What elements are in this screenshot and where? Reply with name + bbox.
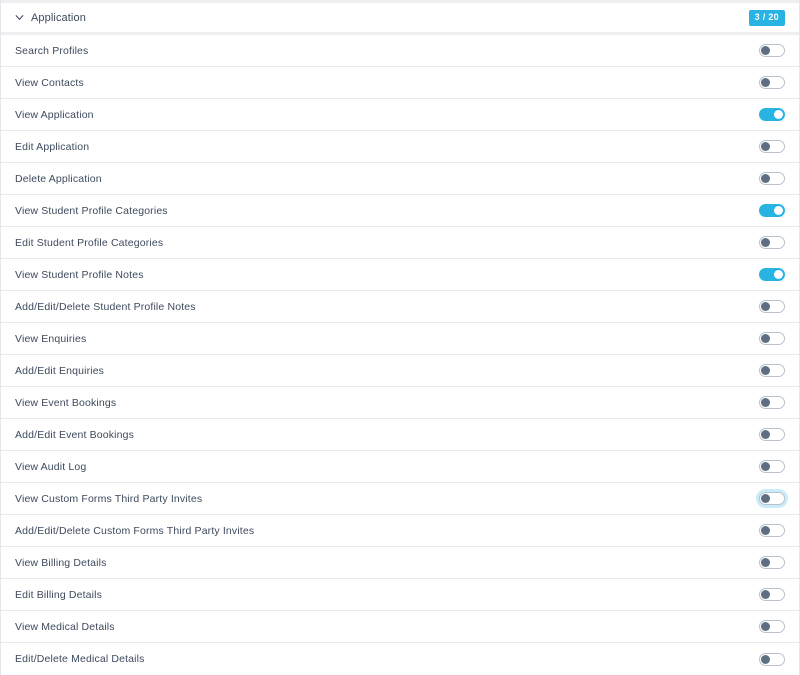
permission-toggle[interactable] xyxy=(759,300,785,313)
permission-label: Edit/Delete Medical Details xyxy=(15,653,145,665)
toggle-knob xyxy=(761,78,770,87)
permission-row: Add/Edit/Delete Student Profile Notes xyxy=(1,291,799,323)
permission-rows: Search Profiles View Contacts View Applica… xyxy=(1,35,799,675)
permission-toggle[interactable] xyxy=(759,492,785,505)
permission-toggle[interactable] xyxy=(759,204,785,217)
permission-label: Add/Edit Event Bookings xyxy=(15,428,135,441)
permission-toggle[interactable] xyxy=(759,172,785,185)
permission-label: View Audit Log xyxy=(15,460,87,473)
permission-label: Search Profiles xyxy=(15,44,89,57)
toggle-knob xyxy=(761,142,770,151)
permission-toggle[interactable] xyxy=(759,108,785,121)
permission-row: View Application xyxy=(1,99,799,131)
permission-toggle[interactable] xyxy=(759,396,785,409)
permission-label: Add/Edit/Delete Student Profile Notes xyxy=(15,300,196,313)
permission-label: View Enquiries xyxy=(15,332,87,345)
permission-group-header[interactable]: Application 3 / 20 xyxy=(1,0,799,35)
toggle-knob xyxy=(761,590,770,599)
toggle-knob xyxy=(761,558,770,567)
permission-row: View Billing Details xyxy=(1,547,799,579)
permission-group-title: Application xyxy=(31,11,86,24)
permission-row: Add/Edit Event Bookings xyxy=(1,419,799,451)
permission-label: Add/Edit Enquiries xyxy=(15,364,105,377)
permission-label: View Event Bookings xyxy=(15,396,117,409)
toggle-knob xyxy=(761,334,770,343)
permission-row: Edit Student Profile Categories xyxy=(1,227,799,259)
permission-label: Add/Edit/Delete Custom Forms Third Party… xyxy=(15,524,255,537)
permission-group-header-left: Application xyxy=(15,12,749,24)
permission-toggle[interactable] xyxy=(759,140,785,153)
permission-row: View Enquiries xyxy=(1,323,799,355)
toggle-knob xyxy=(774,270,783,279)
toggle-knob xyxy=(761,238,770,247)
permission-toggle[interactable] xyxy=(759,652,785,666)
permission-row: Edit/Delete Medical Details xyxy=(1,643,799,675)
toggle-knob xyxy=(761,430,770,439)
permission-row: Add/Edit Enquiries xyxy=(1,355,799,387)
permission-row: Edit Application xyxy=(1,131,799,163)
permission-label: View Application xyxy=(15,108,94,121)
permissions-panel: Application 3 / 20 Search Profiles View C… xyxy=(0,0,800,675)
toggle-knob xyxy=(761,654,770,664)
permission-row: Add/Edit/Delete Custom Forms Third Party… xyxy=(1,515,799,547)
permission-row: View Medical Details xyxy=(1,611,799,643)
toggle-knob xyxy=(761,174,770,183)
toggle-knob xyxy=(774,206,783,215)
permission-label: View Student Profile Notes xyxy=(15,268,144,281)
permission-label: View Contacts xyxy=(15,76,84,89)
permission-label: View Custom Forms Third Party Invites xyxy=(15,492,203,505)
toggle-knob xyxy=(761,398,770,407)
permission-toggle[interactable] xyxy=(759,76,785,89)
toggle-knob xyxy=(761,526,770,535)
permission-label: View Billing Details xyxy=(15,556,107,569)
permission-label: Edit Student Profile Categories xyxy=(15,236,164,249)
permission-row: View Custom Forms Third Party Invites xyxy=(1,483,799,515)
permission-toggle[interactable] xyxy=(759,620,785,633)
toggle-knob xyxy=(761,622,770,631)
permission-toggle[interactable] xyxy=(759,460,785,473)
toggle-knob xyxy=(761,366,770,375)
permission-label: Delete Application xyxy=(15,172,102,185)
permission-toggle[interactable] xyxy=(759,332,785,345)
permission-label: Edit Application xyxy=(15,140,90,153)
permission-row: View Contacts xyxy=(1,67,799,99)
permission-row: Search Profiles xyxy=(1,35,799,67)
permission-toggle[interactable] xyxy=(759,44,785,57)
permission-toggle[interactable] xyxy=(759,588,785,601)
permission-row: Edit Billing Details xyxy=(1,579,799,611)
toggle-knob xyxy=(761,302,770,311)
permission-row: View Student Profile Categories xyxy=(1,195,799,227)
permission-label: Edit Billing Details xyxy=(15,588,103,601)
permission-toggle[interactable] xyxy=(759,556,785,569)
permission-label: View Medical Details xyxy=(15,620,115,633)
chevron-down-icon[interactable] xyxy=(15,13,24,22)
permission-row: View Student Profile Notes xyxy=(1,259,799,291)
permission-toggle[interactable] xyxy=(759,364,785,377)
toggle-knob xyxy=(774,110,783,119)
toggle-knob xyxy=(761,46,770,55)
permission-toggle[interactable] xyxy=(759,524,785,537)
permission-row: Delete Application xyxy=(1,163,799,195)
toggle-knob xyxy=(761,494,770,503)
enabled-count-badge: 3 / 20 xyxy=(748,9,785,26)
permission-toggle[interactable] xyxy=(759,428,785,441)
toggle-knob xyxy=(761,462,770,471)
permission-row: View Audit Log xyxy=(1,451,799,483)
permission-toggle[interactable] xyxy=(759,268,785,281)
permission-label: View Student Profile Categories xyxy=(15,204,168,217)
permission-row: View Event Bookings xyxy=(1,387,799,419)
permission-toggle[interactable] xyxy=(759,236,785,249)
